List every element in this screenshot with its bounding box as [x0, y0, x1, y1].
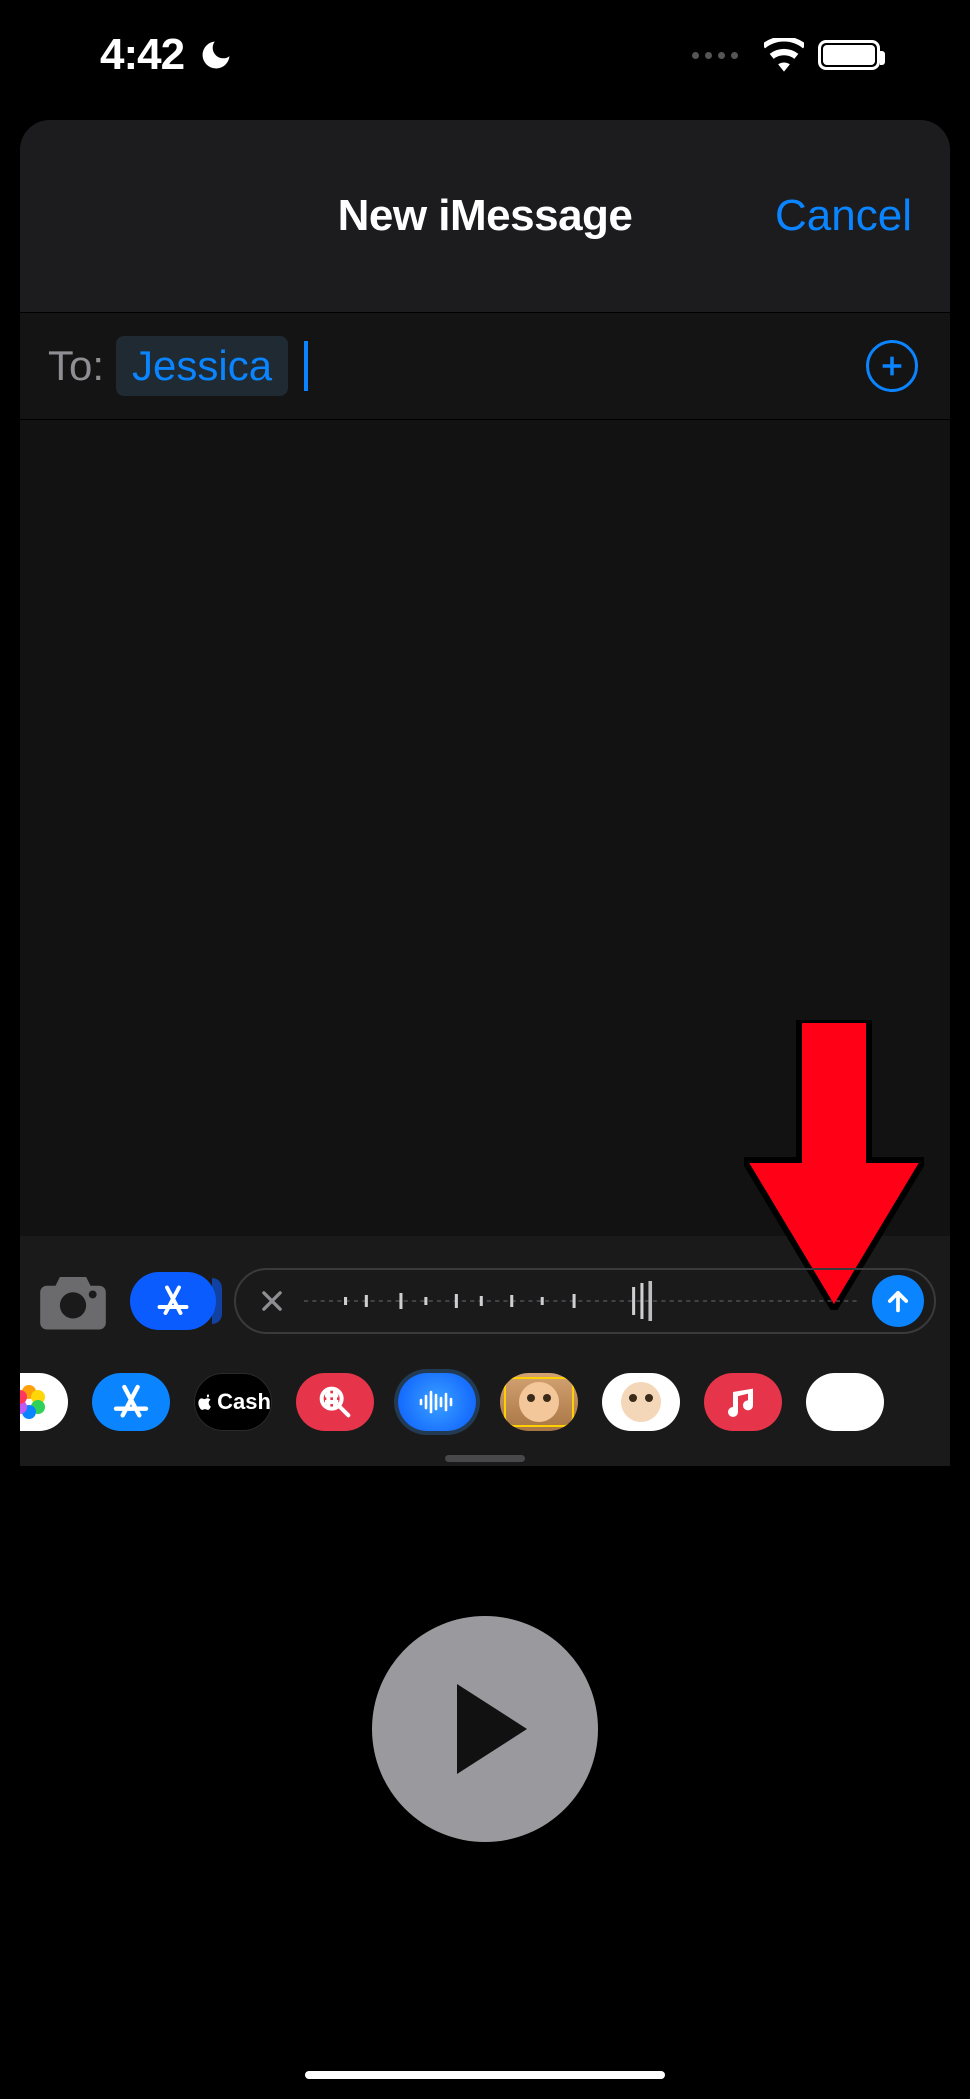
recipient-chip[interactable]: Jessica: [116, 336, 288, 396]
tray-app-photos[interactable]: [20, 1373, 68, 1431]
camera-button[interactable]: [34, 1270, 112, 1332]
apps-button[interactable]: [130, 1272, 216, 1330]
tray-app-apple-cash[interactable]: Cash: [194, 1373, 272, 1431]
add-contact-button[interactable]: [866, 340, 918, 392]
audio-waveform[interactable]: [304, 1281, 858, 1321]
new-message-sheet: New iMessage Cancel To: Jessica: [20, 120, 950, 1466]
wifi-icon: [764, 38, 804, 72]
send-button[interactable]: [872, 1275, 924, 1327]
imessage-app-tray[interactable]: Cash: [20, 1356, 950, 1448]
tray-app-memoji[interactable]: [500, 1373, 578, 1431]
sheet-title: New iMessage: [338, 191, 633, 241]
play-button[interactable]: [372, 1616, 598, 1842]
text-cursor: [304, 341, 308, 391]
drawer-handle[interactable]: [445, 1455, 525, 1462]
status-right: [692, 38, 880, 72]
to-label: To:: [48, 342, 104, 390]
do-not-disturb-icon: [198, 37, 234, 73]
tray-app-appstore[interactable]: [92, 1373, 170, 1431]
tray-app-hashtag-images[interactable]: [296, 1373, 374, 1431]
status-time: 4:42: [100, 30, 184, 80]
compose-row: [34, 1256, 936, 1346]
tray-app-audio-messages[interactable]: [398, 1373, 476, 1431]
status-left: 4:42: [100, 30, 234, 80]
battery-icon: [818, 40, 880, 70]
discard-audio-button[interactable]: [254, 1283, 290, 1319]
to-field-row[interactable]: To: Jessica: [20, 312, 950, 420]
apple-cash-label: Cash: [217, 1389, 271, 1415]
tray-app-stickers[interactable]: [602, 1373, 680, 1431]
audio-message-pill: [234, 1268, 936, 1334]
sheet-header: New iMessage Cancel: [20, 120, 950, 312]
tray-app-more[interactable]: [806, 1373, 884, 1431]
tray-app-music[interactable]: [704, 1373, 782, 1431]
conversation-area: [20, 420, 950, 1236]
status-bar: 4:42: [0, 0, 970, 110]
cancel-button[interactable]: Cancel: [775, 191, 912, 241]
home-indicator[interactable]: [305, 2071, 665, 2079]
page-dots-icon: [692, 52, 738, 59]
audio-playback-panel: [0, 1466, 970, 2099]
